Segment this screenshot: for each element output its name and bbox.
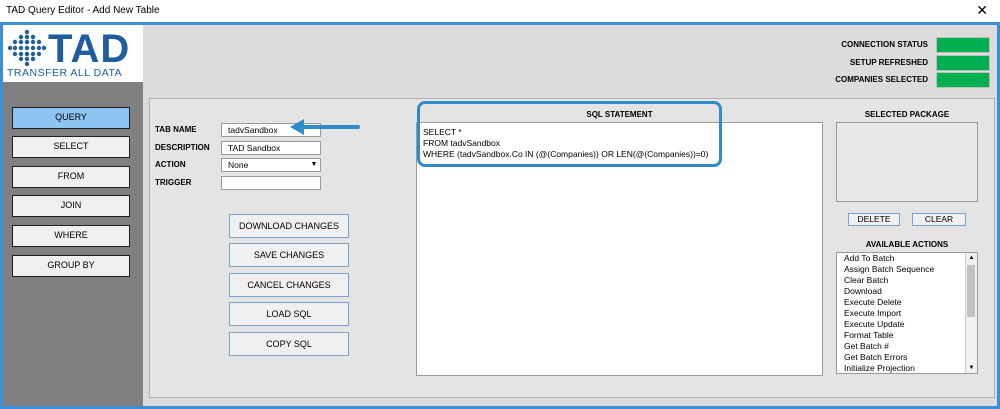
scroll-up-icon[interactable]: ▲ (966, 253, 977, 263)
tab-name-label: TAB NAME (155, 125, 197, 134)
list-item[interactable]: Initialize Projection (837, 363, 977, 373)
nav-group-by-button[interactable]: GROUP BY (12, 255, 130, 277)
connection-status-label: CONNECTION STATUS (841, 40, 928, 49)
list-item[interactable]: Assign Batch Sequence (837, 264, 977, 275)
load-sql-button[interactable]: LOAD SQL (229, 302, 349, 326)
list-item[interactable]: Get Batch # (837, 341, 977, 352)
action-label: ACTION (155, 160, 186, 169)
delete-button[interactable]: DELETE (848, 213, 900, 226)
cancel-changes-button[interactable]: CANCEL CHANGES (229, 273, 349, 297)
nav-where-button[interactable]: WHERE (12, 225, 130, 247)
save-changes-button[interactable]: SAVE CHANGES (229, 243, 349, 267)
list-item[interactable]: Execute Update (837, 319, 977, 330)
list-item[interactable]: Add To Batch (837, 253, 977, 264)
tad-logo-mark-icon (7, 29, 47, 67)
description-input[interactable]: TAD Sandbox (221, 141, 321, 155)
window-title: TAD Query Editor - Add New Table (6, 5, 160, 16)
list-item[interactable]: Format Table (837, 330, 977, 341)
download-changes-button[interactable]: DOWNLOAD CHANGES (229, 214, 349, 238)
arrow-annotation-icon (290, 119, 360, 135)
companies-selected-indicator (936, 72, 990, 88)
nav-join-button[interactable]: JOIN (12, 195, 130, 217)
selected-package-list[interactable] (836, 122, 978, 202)
available-actions-heading: AVAILABLE ACTIONS (865, 240, 949, 249)
logo-tagline: TRANSFER ALL DATA (7, 67, 123, 79)
trigger-input[interactable] (221, 176, 321, 190)
connection-status-indicator (936, 37, 990, 53)
setup-refreshed-label: SETUP REFRESHED (849, 58, 928, 67)
setup-refreshed-indicator (936, 55, 990, 71)
clear-button[interactable]: CLEAR (912, 213, 966, 226)
list-item[interactable]: Execute Import (837, 308, 977, 319)
copy-sql-button[interactable]: COPY SQL (229, 332, 349, 356)
nav-from-button[interactable]: FROM (12, 166, 130, 188)
scroll-thumb[interactable] (967, 265, 975, 317)
list-item[interactable]: Get Batch Errors (837, 352, 977, 363)
action-select-value: None (228, 160, 249, 170)
list-item[interactable]: Download (837, 286, 977, 297)
title-bar: TAD Query Editor - Add New Table ✕ (0, 0, 1000, 23)
description-label: DESCRIPTION (155, 143, 210, 152)
action-select[interactable]: None ▼ (221, 158, 321, 172)
selected-package-heading: SELECTED PACKAGE (864, 110, 950, 119)
trigger-label: TRIGGER (155, 178, 192, 187)
list-item[interactable]: Execute Delete (837, 297, 977, 308)
chevron-down-icon[interactable]: ▼ (309, 160, 319, 170)
list-item[interactable]: Clear Batch (837, 275, 977, 286)
available-actions-scrollbar[interactable]: ▲ ▼ (965, 253, 977, 373)
companies-selected-label: COMPANIES SELECTED (835, 75, 928, 84)
sql-highlight-annotation (417, 101, 722, 167)
nav-query-button[interactable]: QUERY (12, 107, 130, 129)
close-icon[interactable]: ✕ (976, 2, 988, 19)
nav-select-button[interactable]: SELECT (12, 136, 130, 158)
available-actions-list[interactable]: Add To Batch Assign Batch Sequence Clear… (836, 252, 978, 374)
logo-text: TAD (48, 27, 131, 71)
scroll-down-icon[interactable]: ▼ (966, 363, 977, 373)
logo: TAD TRANSFER ALL DATA (3, 25, 143, 82)
